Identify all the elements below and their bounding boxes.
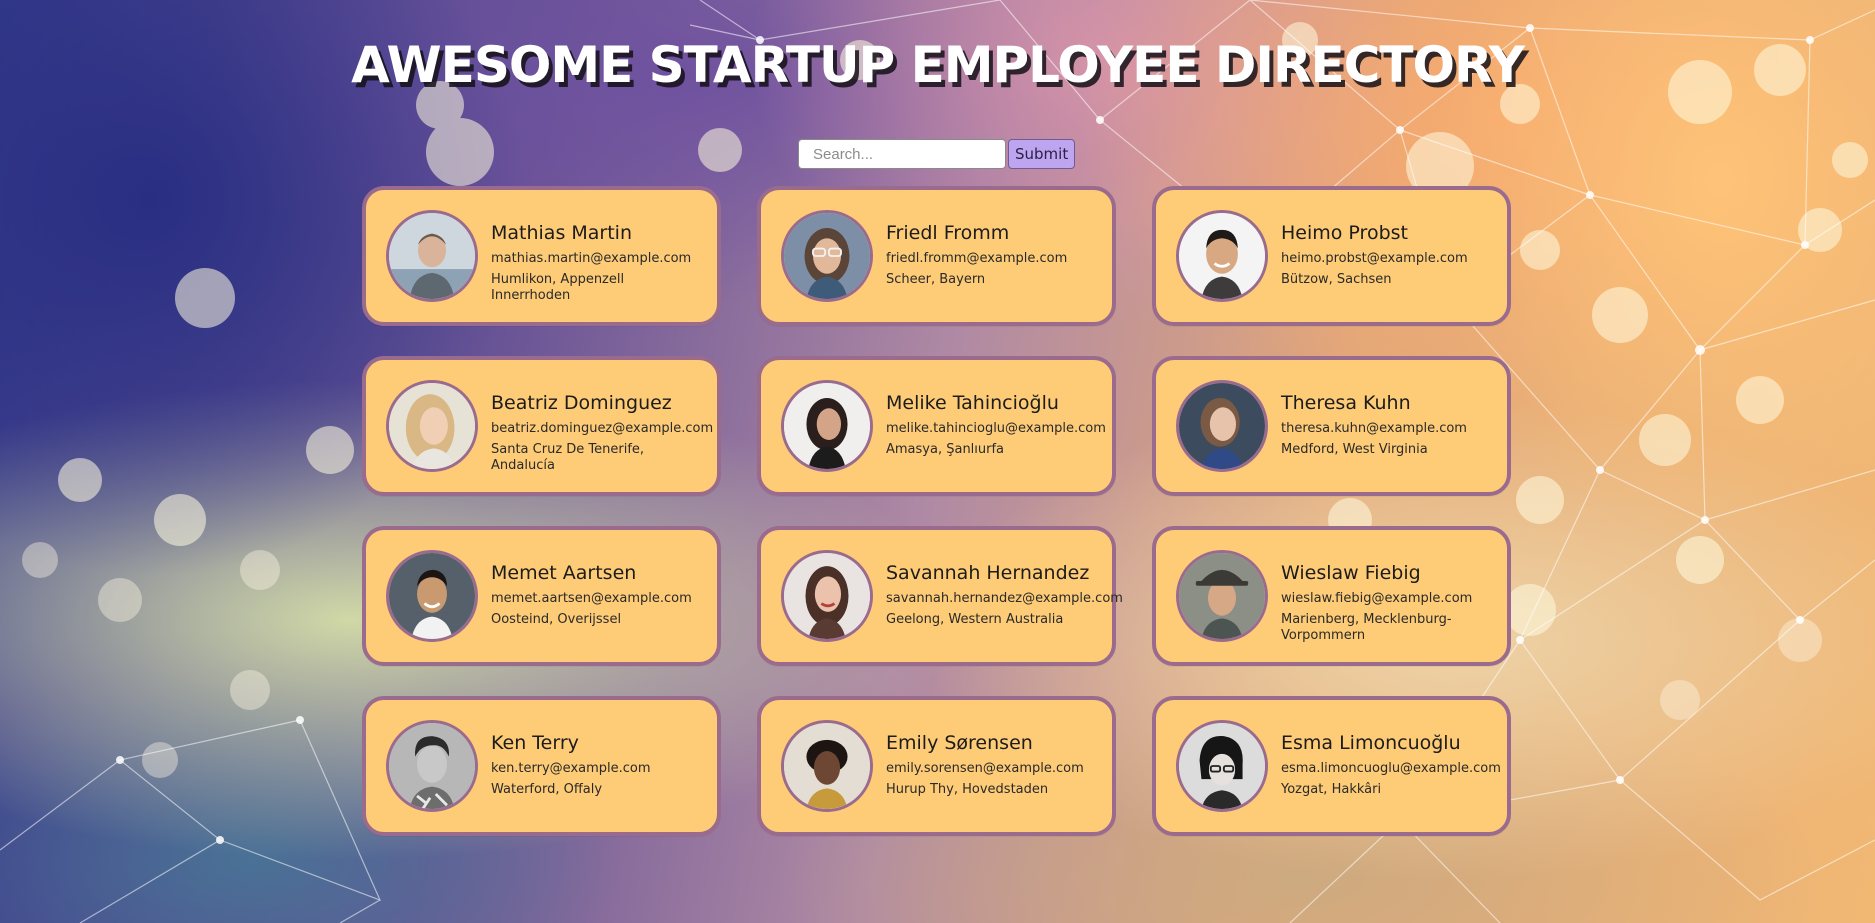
search-input[interactable] <box>798 139 1006 169</box>
employee-location: Bützow, Sachsen <box>1281 272 1392 287</box>
employee-photo <box>1176 550 1268 642</box>
employee-location: Medford, West Virginia <box>1281 442 1428 457</box>
employee-location: Waterford, Offaly <box>491 782 603 797</box>
employee-photo <box>781 720 873 812</box>
page-title: AWESOME STARTUP EMPLOYEE DIRECTORY <box>351 36 1525 94</box>
employee-name: Wieslaw Fiebig <box>1281 562 1421 584</box>
employee-email: theresa.kuhn@example.com <box>1281 421 1467 436</box>
employee-name: Melike Tahincioğlu <box>886 392 1059 414</box>
employee-card[interactable]: Mathias Martin mathias.martin@example.co… <box>362 186 721 326</box>
employee-photo <box>386 380 478 472</box>
employee-card[interactable]: Ken Terry ken.terry@example.com Waterfor… <box>362 696 721 836</box>
employee-location: Yozgat, Hakkâri <box>1281 782 1382 797</box>
employee-card[interactable]: Emily Sørensen emily.sorensen@example.co… <box>757 696 1116 836</box>
employee-location: Scheer, Bayern <box>886 272 986 287</box>
employee-card[interactable]: Beatriz Dominguez beatriz.dominguez@exam… <box>362 356 721 496</box>
search-form: Submit <box>798 139 1076 169</box>
employee-photo <box>386 210 478 302</box>
employee-card[interactable]: Theresa Kuhn theresa.kuhn@example.com Me… <box>1152 356 1511 496</box>
employee-name: Emily Sørensen <box>886 732 1033 754</box>
employee-photo <box>781 380 873 472</box>
employee-card[interactable]: Esma Limoncuoğlu esma.limoncuoglu@exampl… <box>1152 696 1511 836</box>
employee-card[interactable]: Melike Tahincioğlu melike.tahincioglu@ex… <box>757 356 1116 496</box>
employee-name: Savannah Hernandez <box>886 562 1090 584</box>
employee-location: Amasya, Şanlıurfa <box>886 442 1005 457</box>
employee-email: esma.limoncuoglu@example.com <box>1281 761 1501 776</box>
employee-photo <box>781 210 873 302</box>
employee-email: wieslaw.fiebig@example.com <box>1281 591 1473 606</box>
employee-location: Santa Cruz De Tenerife, Andalucía <box>491 442 645 473</box>
employee-photo <box>386 720 478 812</box>
employee-email: heimo.probst@example.com <box>1281 251 1468 266</box>
employee-name: Mathias Martin <box>491 222 633 244</box>
employee-email: friedl.fromm@example.com <box>886 251 1068 266</box>
employee-gallery: Mathias Martin mathias.martin@example.co… <box>362 186 1511 836</box>
employee-location: Geelong, Western Australia <box>886 612 1064 627</box>
employee-location: Humlikon, Appenzell Innerrhoden <box>491 272 625 303</box>
employee-name: Esma Limoncuoğlu <box>1281 732 1461 754</box>
employee-email: mathias.martin@example.com <box>491 251 692 266</box>
employee-photo <box>1176 380 1268 472</box>
employee-photo <box>386 550 478 642</box>
employee-email: savannah.hernandez@example.com <box>886 591 1123 606</box>
employee-photo <box>1176 210 1268 302</box>
employee-email: melike.tahincioglu@example.com <box>886 421 1106 436</box>
employee-card[interactable]: Heimo Probst heimo.probst@example.com Bü… <box>1152 186 1511 326</box>
employee-email: beatriz.dominguez@example.com <box>491 421 714 436</box>
employee-photo <box>1176 720 1268 812</box>
employee-location: Oosteind, Overijssel <box>491 612 622 627</box>
employee-email: ken.terry@example.com <box>491 761 651 776</box>
employee-card[interactable]: Friedl Fromm friedl.fromm@example.com Sc… <box>757 186 1116 326</box>
employee-name: Beatriz Dominguez <box>491 392 672 414</box>
employee-name: Memet Aartsen <box>491 562 637 584</box>
employee-email: memet.aartsen@example.com <box>491 591 692 606</box>
search-submit-button[interactable]: Submit <box>1008 139 1076 169</box>
employee-location: Marienberg, Mecklenburg-Vorpommern <box>1281 612 1452 643</box>
employee-card[interactable]: Memet Aartsen memet.aartsen@example.com … <box>362 526 721 666</box>
employee-card[interactable]: Savannah Hernandez savannah.hernandez@ex… <box>757 526 1123 666</box>
employee-name: Ken Terry <box>491 732 579 754</box>
employee-name: Heimo Probst <box>1281 222 1408 244</box>
employee-name: Theresa Kuhn <box>1281 392 1411 414</box>
employee-card[interactable]: Wieslaw Fiebig wieslaw.fiebig@example.co… <box>1152 526 1511 666</box>
employee-name: Friedl Fromm <box>886 222 1010 244</box>
employee-photo <box>781 550 873 642</box>
employee-email: emily.sorensen@example.com <box>886 761 1084 776</box>
employee-location: Hurup Thy, Hovedstaden <box>886 782 1049 797</box>
